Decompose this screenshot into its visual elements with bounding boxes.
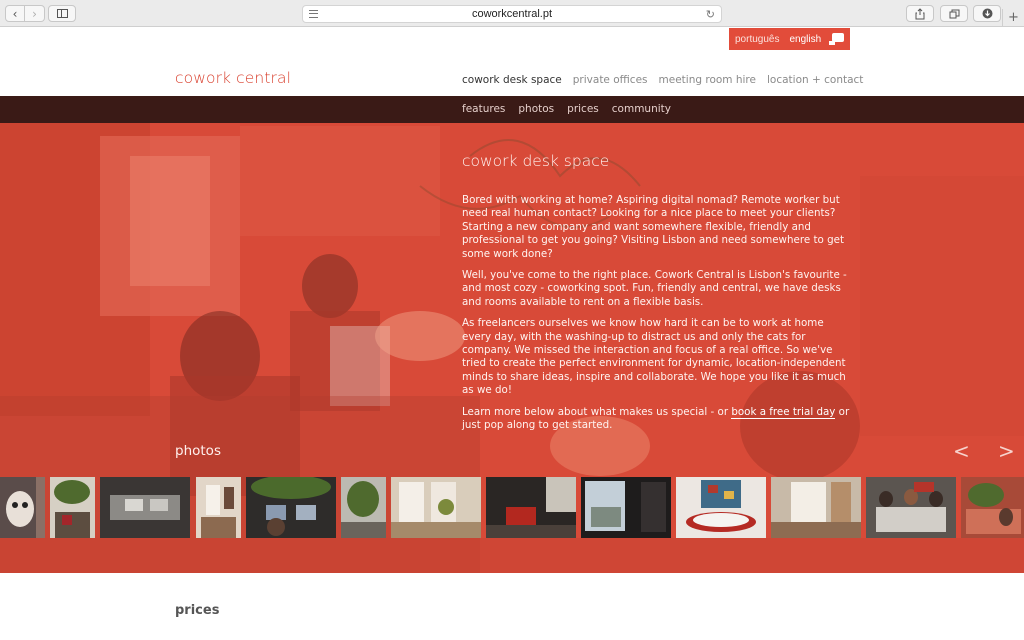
book-trial-link[interactable]: book a free trial day	[731, 405, 836, 419]
photo-thumbnail-team-table[interactable]	[866, 477, 956, 538]
hero-section: features photos prices community cowork …	[0, 96, 1024, 573]
photo-thumbnail-window-shutters[interactable]	[771, 477, 861, 538]
photo-thumbnail-red-chairs[interactable]	[486, 477, 576, 538]
photo-thumbnail-window-table[interactable]	[391, 477, 481, 538]
new-tab-icon: +	[1008, 10, 1019, 25]
subnav-community[interactable]: community	[612, 103, 671, 115]
subnav-prices[interactable]: prices	[567, 103, 599, 115]
photo-thumbnail-plant-corner[interactable]	[341, 477, 386, 538]
reload-icon[interactable]: ↻	[706, 7, 715, 23]
page-title: cowork desk space	[462, 152, 610, 170]
browser-toolbar: ‹ › coworkcentral.pt ↻ +	[0, 0, 1024, 27]
sidebar-button[interactable]	[48, 5, 76, 22]
intro-paragraph: Well, you've come to the right place. Co…	[462, 269, 847, 308]
photo-strip-shadow	[0, 538, 1024, 573]
share-button[interactable]	[906, 5, 934, 22]
photo-thumbnail-window-view[interactable]	[581, 477, 671, 538]
gallery-prev-button[interactable]: <	[953, 439, 970, 463]
photo-thumbnail-office-overview[interactable]	[961, 477, 1024, 538]
share-icon	[915, 7, 925, 19]
language-switcher: português english	[729, 28, 850, 50]
reader-icon[interactable]	[309, 10, 318, 18]
intro-paragraph: Bored with working at home? Aspiring dig…	[462, 194, 844, 260]
back-button[interactable]: ‹	[5, 5, 25, 22]
tabs-icon	[949, 9, 959, 18]
language-portugues[interactable]: português	[729, 34, 779, 45]
url-text: coworkcentral.pt	[471, 8, 553, 20]
photo-thumbnail-window-room[interactable]	[196, 477, 241, 538]
intro-paragraph-cta: Learn more below about what makes us spe…	[462, 405, 850, 433]
nav-location-contact[interactable]: location + contact	[767, 74, 863, 86]
tabs-button[interactable]	[940, 5, 968, 22]
address-bar[interactable]: coworkcentral.pt ↻	[302, 5, 722, 23]
photo-thumbnail-office-workers[interactable]	[246, 477, 336, 538]
photo-strip	[0, 477, 1024, 538]
intro-paragraph: As freelancers ourselves we know how har…	[462, 317, 846, 397]
download-icon	[982, 8, 992, 19]
subnav-photos[interactable]: photos	[518, 103, 554, 115]
site-logo[interactable]: cowork central	[175, 69, 291, 87]
prices-heading: prices	[175, 603, 220, 618]
intro-text: Bored with working at home? Aspiring dig…	[462, 194, 850, 441]
main-nav: cowork desk space private offices meetin…	[462, 74, 874, 86]
photo-thumbnail-office-plants[interactable]	[50, 477, 95, 538]
nav-cowork-desk-space[interactable]: cowork desk space	[462, 74, 562, 86]
photos-heading: photos	[175, 443, 221, 459]
language-english[interactable]: english	[779, 34, 821, 45]
history-buttons: ‹ ›	[5, 5, 45, 22]
sub-nav: features photos prices community	[0, 96, 1024, 123]
chevron-left-icon: ‹	[12, 6, 18, 21]
chevron-right-icon: ›	[32, 6, 37, 21]
download-button[interactable]	[973, 5, 1001, 22]
chat-icon[interactable]	[829, 33, 844, 45]
subnav-features[interactable]: features	[462, 103, 505, 115]
nav-private-offices[interactable]: private offices	[573, 74, 648, 86]
photo-thumbnail-tile-wall-table[interactable]	[676, 477, 766, 538]
gallery-next-button[interactable]: >	[998, 439, 1015, 463]
new-tab-button[interactable]: +	[1002, 9, 1024, 27]
forward-button[interactable]: ›	[25, 5, 45, 22]
cta-text-before: Learn more below about what makes us spe…	[462, 405, 732, 418]
photo-thumbnail-office-desks[interactable]	[100, 477, 190, 538]
nav-meeting-room-hire[interactable]: meeting room hire	[659, 74, 756, 86]
photo-thumbnail-dog[interactable]	[0, 477, 45, 538]
sidebar-icon	[57, 9, 68, 18]
